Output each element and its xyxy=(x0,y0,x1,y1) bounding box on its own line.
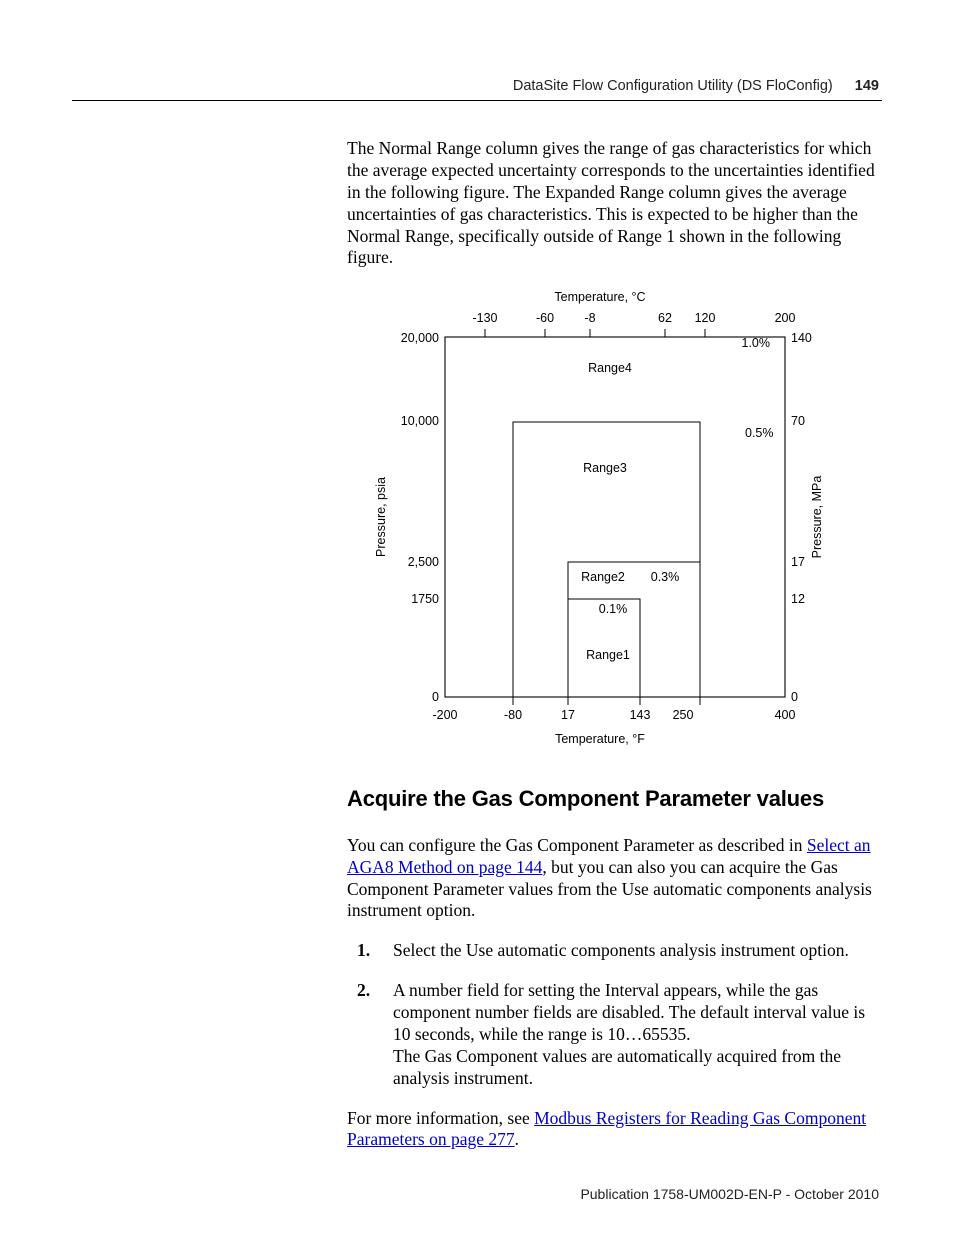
intro-paragraph: The Normal Range column gives the range … xyxy=(347,138,880,269)
svg-text:2,500: 2,500 xyxy=(408,555,439,569)
svg-text:-60: -60 xyxy=(536,311,554,325)
right-ticks: 140 70 17 12 0 xyxy=(791,331,812,704)
chart-left-axis-label: Pressure, psia xyxy=(374,477,388,557)
top-ticks: -130 -60 -8 62 120 200 xyxy=(472,311,795,337)
step-2: 2. A number field for setting the Interv… xyxy=(347,980,880,1089)
svg-text:400: 400 xyxy=(775,708,796,722)
svg-text:250: 250 xyxy=(673,708,694,722)
range1-pct: 0.1% xyxy=(599,602,628,616)
svg-text:143: 143 xyxy=(630,708,651,722)
range2-label: Range2 xyxy=(581,570,625,584)
range1-label: Range1 xyxy=(586,648,630,662)
chart-bottom-title: Temperature, °F xyxy=(555,732,645,746)
svg-text:0: 0 xyxy=(432,690,439,704)
range4-label: Range4 xyxy=(588,361,632,375)
step-1: 1. Select the Use automatic components a… xyxy=(347,940,880,962)
range3-label: Range3 xyxy=(583,461,627,475)
svg-text:1750: 1750 xyxy=(411,592,439,606)
svg-text:10,000: 10,000 xyxy=(401,414,439,428)
svg-text:-200: -200 xyxy=(432,708,457,722)
range-uncertainty-chart: Temperature, °C Temperature, °F Pressure… xyxy=(365,287,835,747)
step-2-number: 2. xyxy=(357,980,370,1002)
section-para-pre: You can configure the Gas Component Para… xyxy=(347,835,807,855)
svg-text:0: 0 xyxy=(791,690,798,704)
bottom-ticks: -200 -80 17 143 250 400 xyxy=(432,697,795,722)
svg-text:140: 140 xyxy=(791,331,812,345)
svg-text:17: 17 xyxy=(561,708,575,722)
range4-box xyxy=(445,337,785,697)
svg-text:120: 120 xyxy=(695,311,716,325)
svg-text:70: 70 xyxy=(791,414,805,428)
svg-text:62: 62 xyxy=(658,311,672,325)
step-1-number: 1. xyxy=(357,940,370,962)
header-rule xyxy=(72,100,882,101)
running-head: DataSite Flow Configuration Utility (DS … xyxy=(513,78,879,94)
range2-pct: 0.3% xyxy=(651,570,680,584)
svg-text:200: 200 xyxy=(775,311,796,325)
range3-pct: 0.5% xyxy=(745,426,774,440)
svg-text:17: 17 xyxy=(791,555,805,569)
chart-top-title: Temperature, °C xyxy=(554,290,645,304)
svg-text:20,000: 20,000 xyxy=(401,331,439,345)
step-1-text: Select the Use automatic components anal… xyxy=(393,940,849,960)
svg-text:-80: -80 xyxy=(504,708,522,722)
closing-post: . xyxy=(515,1129,519,1149)
header-title: DataSite Flow Configuration Utility (DS … xyxy=(513,78,833,94)
left-ticks: 20,000 10,000 2,500 1750 0 xyxy=(401,331,439,704)
section-heading: Acquire the Gas Component Parameter valu… xyxy=(347,785,880,813)
page: DataSite Flow Configuration Utility (DS … xyxy=(0,0,954,1235)
closing-pre: For more information, see xyxy=(347,1108,534,1128)
closing-paragraph: For more information, see Modbus Registe… xyxy=(347,1108,880,1152)
footer-publication: Publication 1758-UM002D-EN-P - October 2… xyxy=(580,1186,879,1202)
svg-text:12: 12 xyxy=(791,592,805,606)
chart-right-axis-label: Pressure, MPa xyxy=(810,476,824,559)
steps-list: 1. Select the Use automatic components a… xyxy=(347,940,880,1089)
section-paragraph: You can configure the Gas Component Para… xyxy=(347,835,880,923)
range4-pct: 1.0% xyxy=(742,336,771,350)
svg-text:-130: -130 xyxy=(472,311,497,325)
svg-text:-8: -8 xyxy=(584,311,595,325)
content-column: The Normal Range column gives the range … xyxy=(347,138,880,1169)
page-number: 149 xyxy=(855,78,879,94)
step-2-text: A number field for setting the Interval … xyxy=(393,980,865,1088)
